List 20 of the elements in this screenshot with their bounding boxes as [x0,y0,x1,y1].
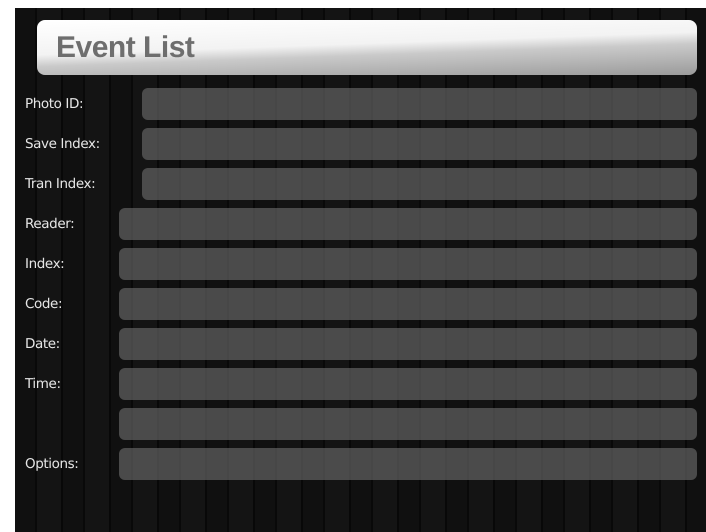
field-label: Tran Index: [25,176,96,192]
field-label: Options: [25,456,80,472]
input-field[interactable] [142,128,697,160]
header-title: Event List [56,30,194,64]
input-field[interactable] [119,328,697,360]
field-label: Reader: [25,216,76,232]
field-label: Date: [25,336,61,352]
field-label: Time: [25,376,62,392]
input-field[interactable] [119,368,697,400]
input-field[interactable] [142,168,697,200]
input-field[interactable] [119,288,697,320]
input-field[interactable] [142,88,697,120]
field-label: Save Index: [25,136,101,152]
input-field[interactable] [119,408,697,440]
input-field[interactable] [119,208,697,240]
field-label: Photo ID: [25,96,84,112]
field-label: Code: [25,296,64,312]
field-label: Index: [25,256,66,272]
input-field[interactable] [119,248,697,280]
input-field[interactable] [119,448,697,480]
